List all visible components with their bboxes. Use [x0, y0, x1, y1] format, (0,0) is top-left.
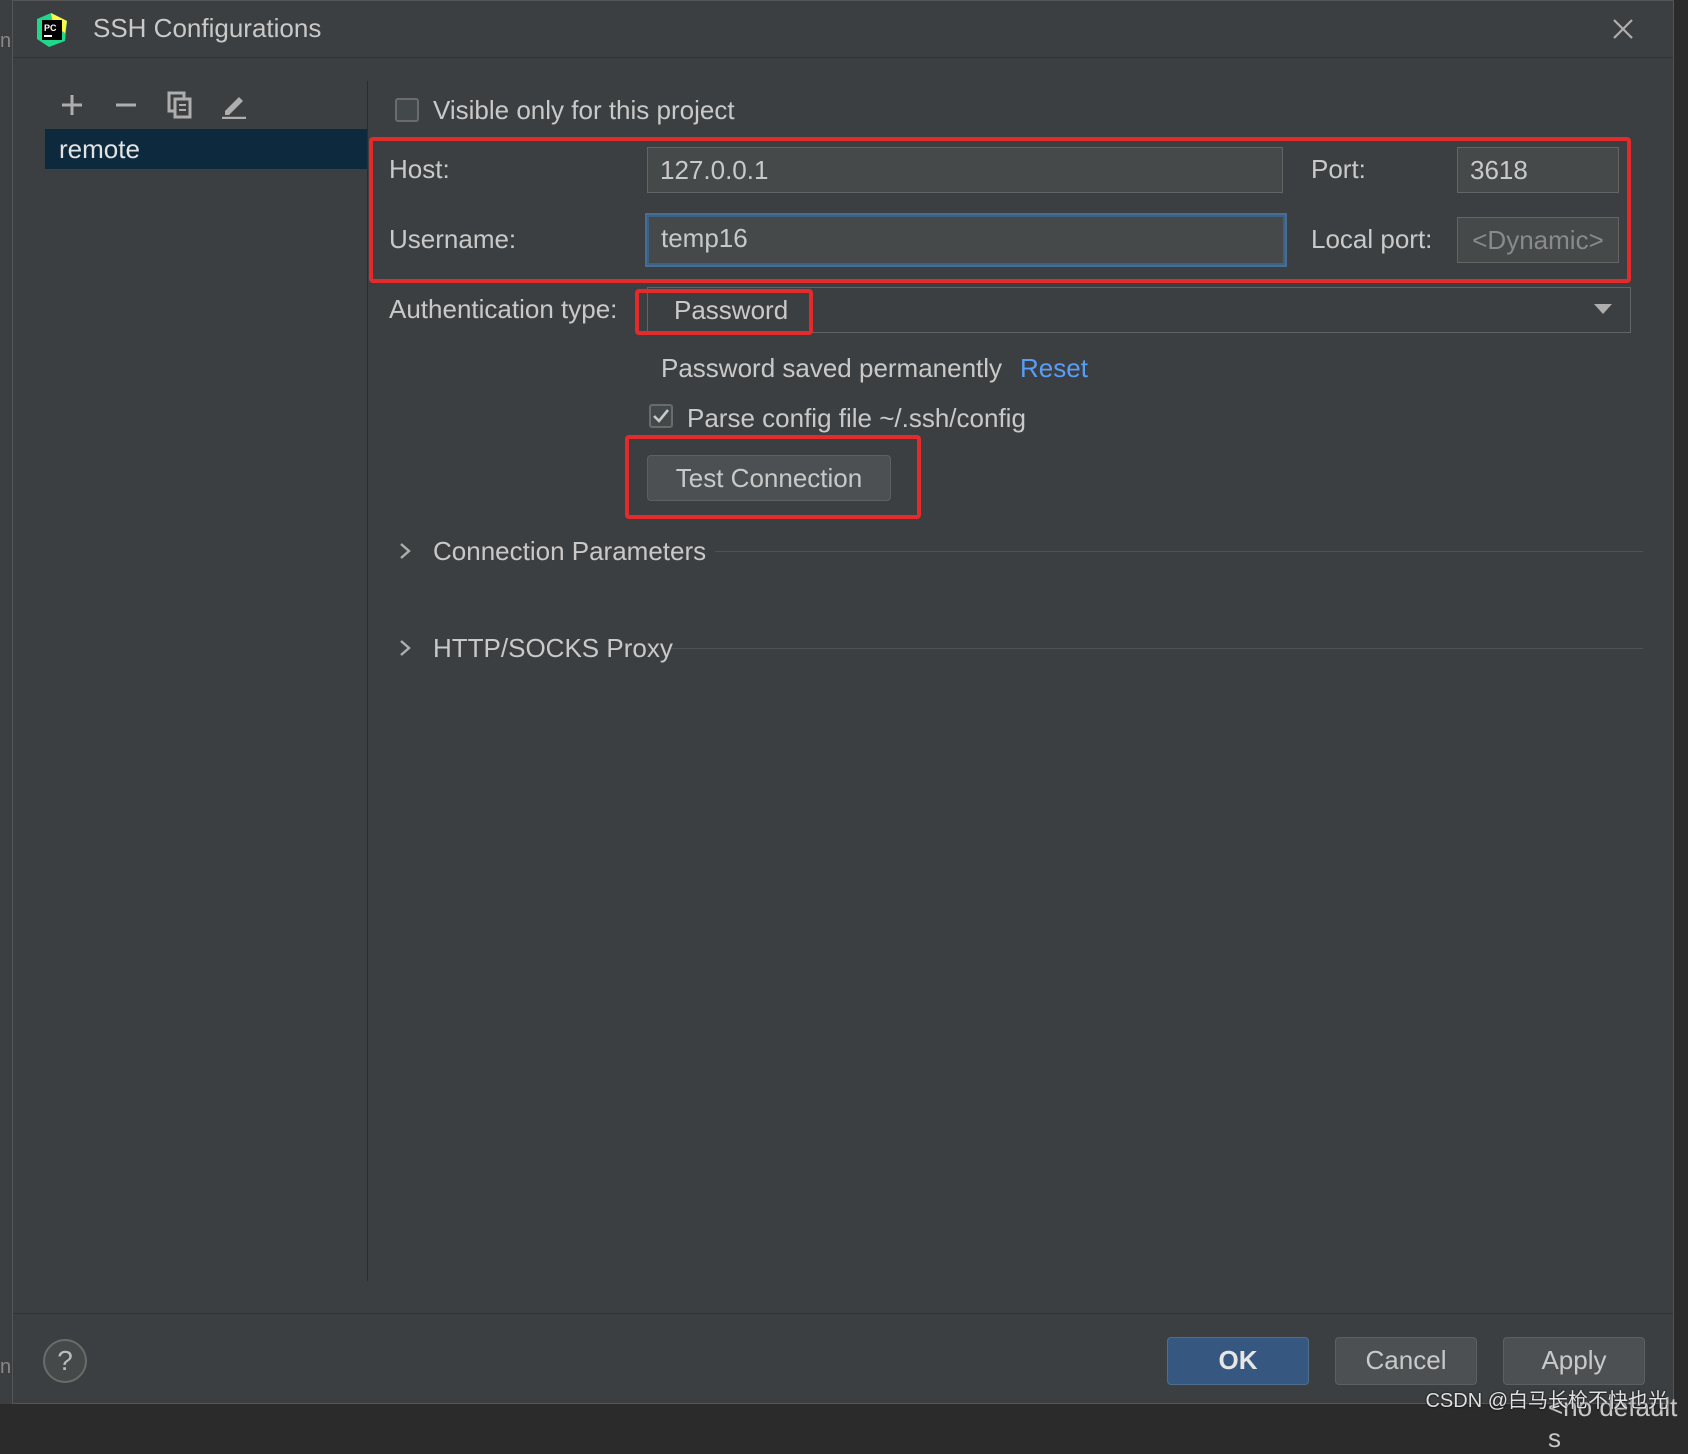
copy-icon	[167, 91, 192, 119]
auth-type-value: Password	[674, 295, 789, 325]
parse-config-label: Parse config file ~/.ssh/config	[687, 403, 1026, 433]
auth-type-label: Authentication type:	[389, 294, 618, 324]
add-config-button[interactable]	[57, 90, 87, 120]
copy-config-button[interactable]	[165, 90, 195, 120]
auth-type-select[interactable]: Password	[647, 287, 1631, 333]
apply-button[interactable]: Apply	[1503, 1337, 1645, 1385]
local-port-label: Local port:	[1311, 224, 1433, 254]
help-button[interactable]: ?	[43, 1339, 87, 1383]
title-bar: PC SSH Configurations	[13, 1, 1673, 58]
ssh-configurations-dialog: PC SSH Configurations remote Visible onl…	[12, 0, 1674, 1404]
section-label: Connection Parameters	[433, 535, 707, 566]
checkmark-icon	[653, 409, 670, 423]
remove-config-button[interactable]	[111, 90, 141, 120]
config-list: remote	[45, 129, 367, 169]
watermark: CSDN @白马长枪不快也光	[1425, 1390, 1668, 1412]
test-connection-button[interactable]: Test Connection	[647, 455, 891, 501]
section-label: HTTP/SOCKS Proxy	[433, 632, 673, 663]
edit-config-button[interactable]	[219, 90, 249, 120]
background-glyph: n	[0, 30, 12, 52]
remove-icon	[116, 103, 136, 107]
background-glyph: n	[0, 1356, 12, 1378]
visible-only-checkbox[interactable]	[395, 98, 419, 122]
port-input[interactable]: 3618	[1457, 147, 1619, 193]
list-item-remote[interactable]: remote	[45, 129, 367, 169]
reset-password-link[interactable]: Reset	[1020, 353, 1088, 384]
footer-divider	[13, 1313, 1673, 1314]
connection-parameters-section[interactable]: Connection Parameters	[395, 531, 1643, 571]
ok-button[interactable]: OK	[1167, 1337, 1309, 1385]
parse-config-checkbox[interactable]	[649, 404, 673, 428]
password-saved-text: Password saved permanently	[661, 353, 1003, 383]
local-port-input[interactable]: <Dynamic>	[1457, 217, 1619, 263]
chevron-down-icon	[1594, 304, 1612, 314]
splitter[interactable]	[367, 81, 368, 1281]
chevron-right-icon	[400, 640, 411, 656]
section-divider	[715, 551, 1643, 552]
port-label: Port:	[1311, 154, 1366, 184]
close-button[interactable]	[1607, 13, 1639, 45]
visible-only-label: Visible only for this project	[433, 95, 735, 125]
username-label: Username:	[389, 224, 517, 254]
cancel-button[interactable]: Cancel	[1335, 1337, 1477, 1385]
add-icon	[62, 95, 82, 115]
section-divider	[671, 648, 1643, 649]
close-icon	[1613, 19, 1633, 39]
pycharm-logo-icon: PC	[37, 13, 67, 47]
svg-text:PC: PC	[44, 23, 57, 33]
edit-icon	[222, 97, 246, 119]
http-socks-proxy-section[interactable]: HTTP/SOCKS Proxy	[395, 628, 1643, 668]
chevron-right-icon	[400, 543, 411, 559]
host-input[interactable]: 127.0.0.1	[647, 147, 1283, 193]
dialog-title: SSH Configurations	[93, 13, 322, 43]
username-input[interactable]: temp16	[647, 215, 1285, 265]
host-label: Host:	[389, 154, 450, 184]
config-list-toolbar	[57, 85, 249, 125]
